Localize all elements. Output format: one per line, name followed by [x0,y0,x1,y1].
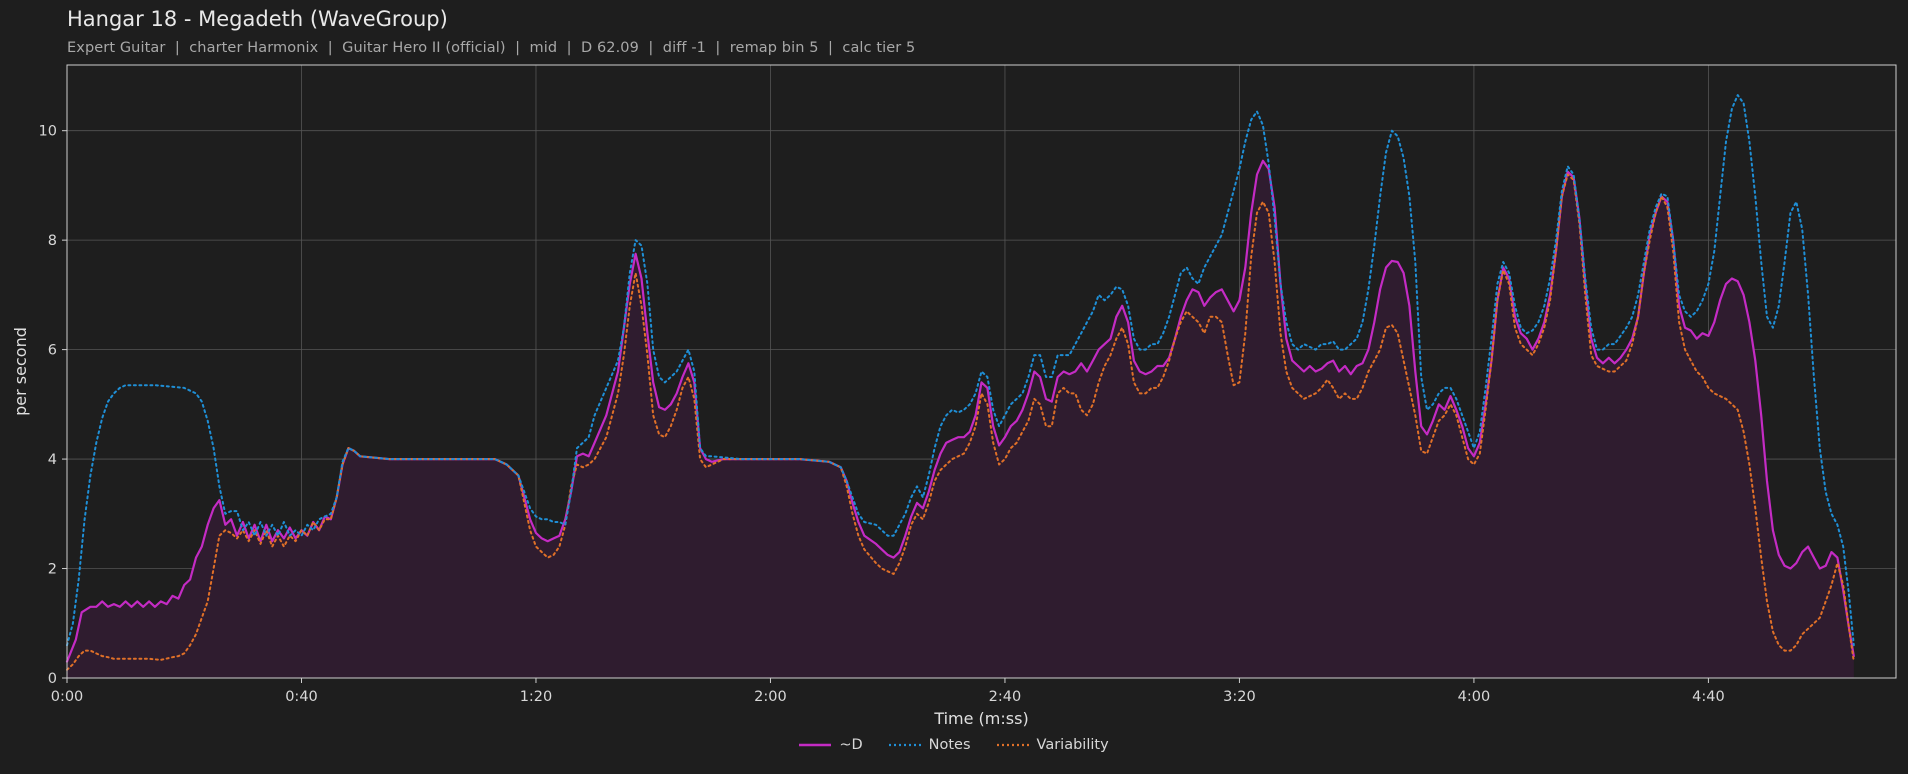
legend-swatch-variability [996,743,1029,747]
y-tick-label: 10 [39,124,57,140]
legend-item-variability: Variability [996,737,1109,753]
x-tick-label: 2:00 [754,689,787,705]
y-tick-label: 0 [48,671,57,687]
y-axis-label: per second [11,327,30,416]
legend-label-notes: Notes [928,737,971,753]
legend: ~D Notes Variability [0,737,1908,753]
legend-label-variability: Variability [1036,737,1109,753]
legend-swatch-d [799,743,832,747]
legend-swatch-notes [888,743,921,747]
series-fill-d [67,160,1854,679]
y-tick-label: 4 [48,452,57,468]
x-axis-label: Time (m:ss) [933,709,1028,728]
legend-label-d: ~D [839,737,863,753]
y-tick-label: 8 [48,233,57,249]
x-tick-label: 0:40 [285,689,318,705]
x-tick-label: 2:40 [989,689,1022,705]
chart-area: 0:00 0:40 1:20 2:00 2:40 3:20 4:00 4:40 0 2 4 6 8 10 T… [11,64,1897,728]
x-tick-label: 0:00 [51,689,84,705]
legend-item-d: ~D [799,737,863,753]
x-tick-label: 1:20 [520,689,553,705]
x-tick-label: 4:00 [1458,689,1491,705]
y-tick-label: 6 [48,343,57,359]
x-tick-label: 3:20 [1223,689,1256,705]
x-tick-label: 4:40 [1692,689,1725,705]
legend-item-notes: Notes [888,737,971,753]
y-tick-label: 2 [48,562,57,578]
